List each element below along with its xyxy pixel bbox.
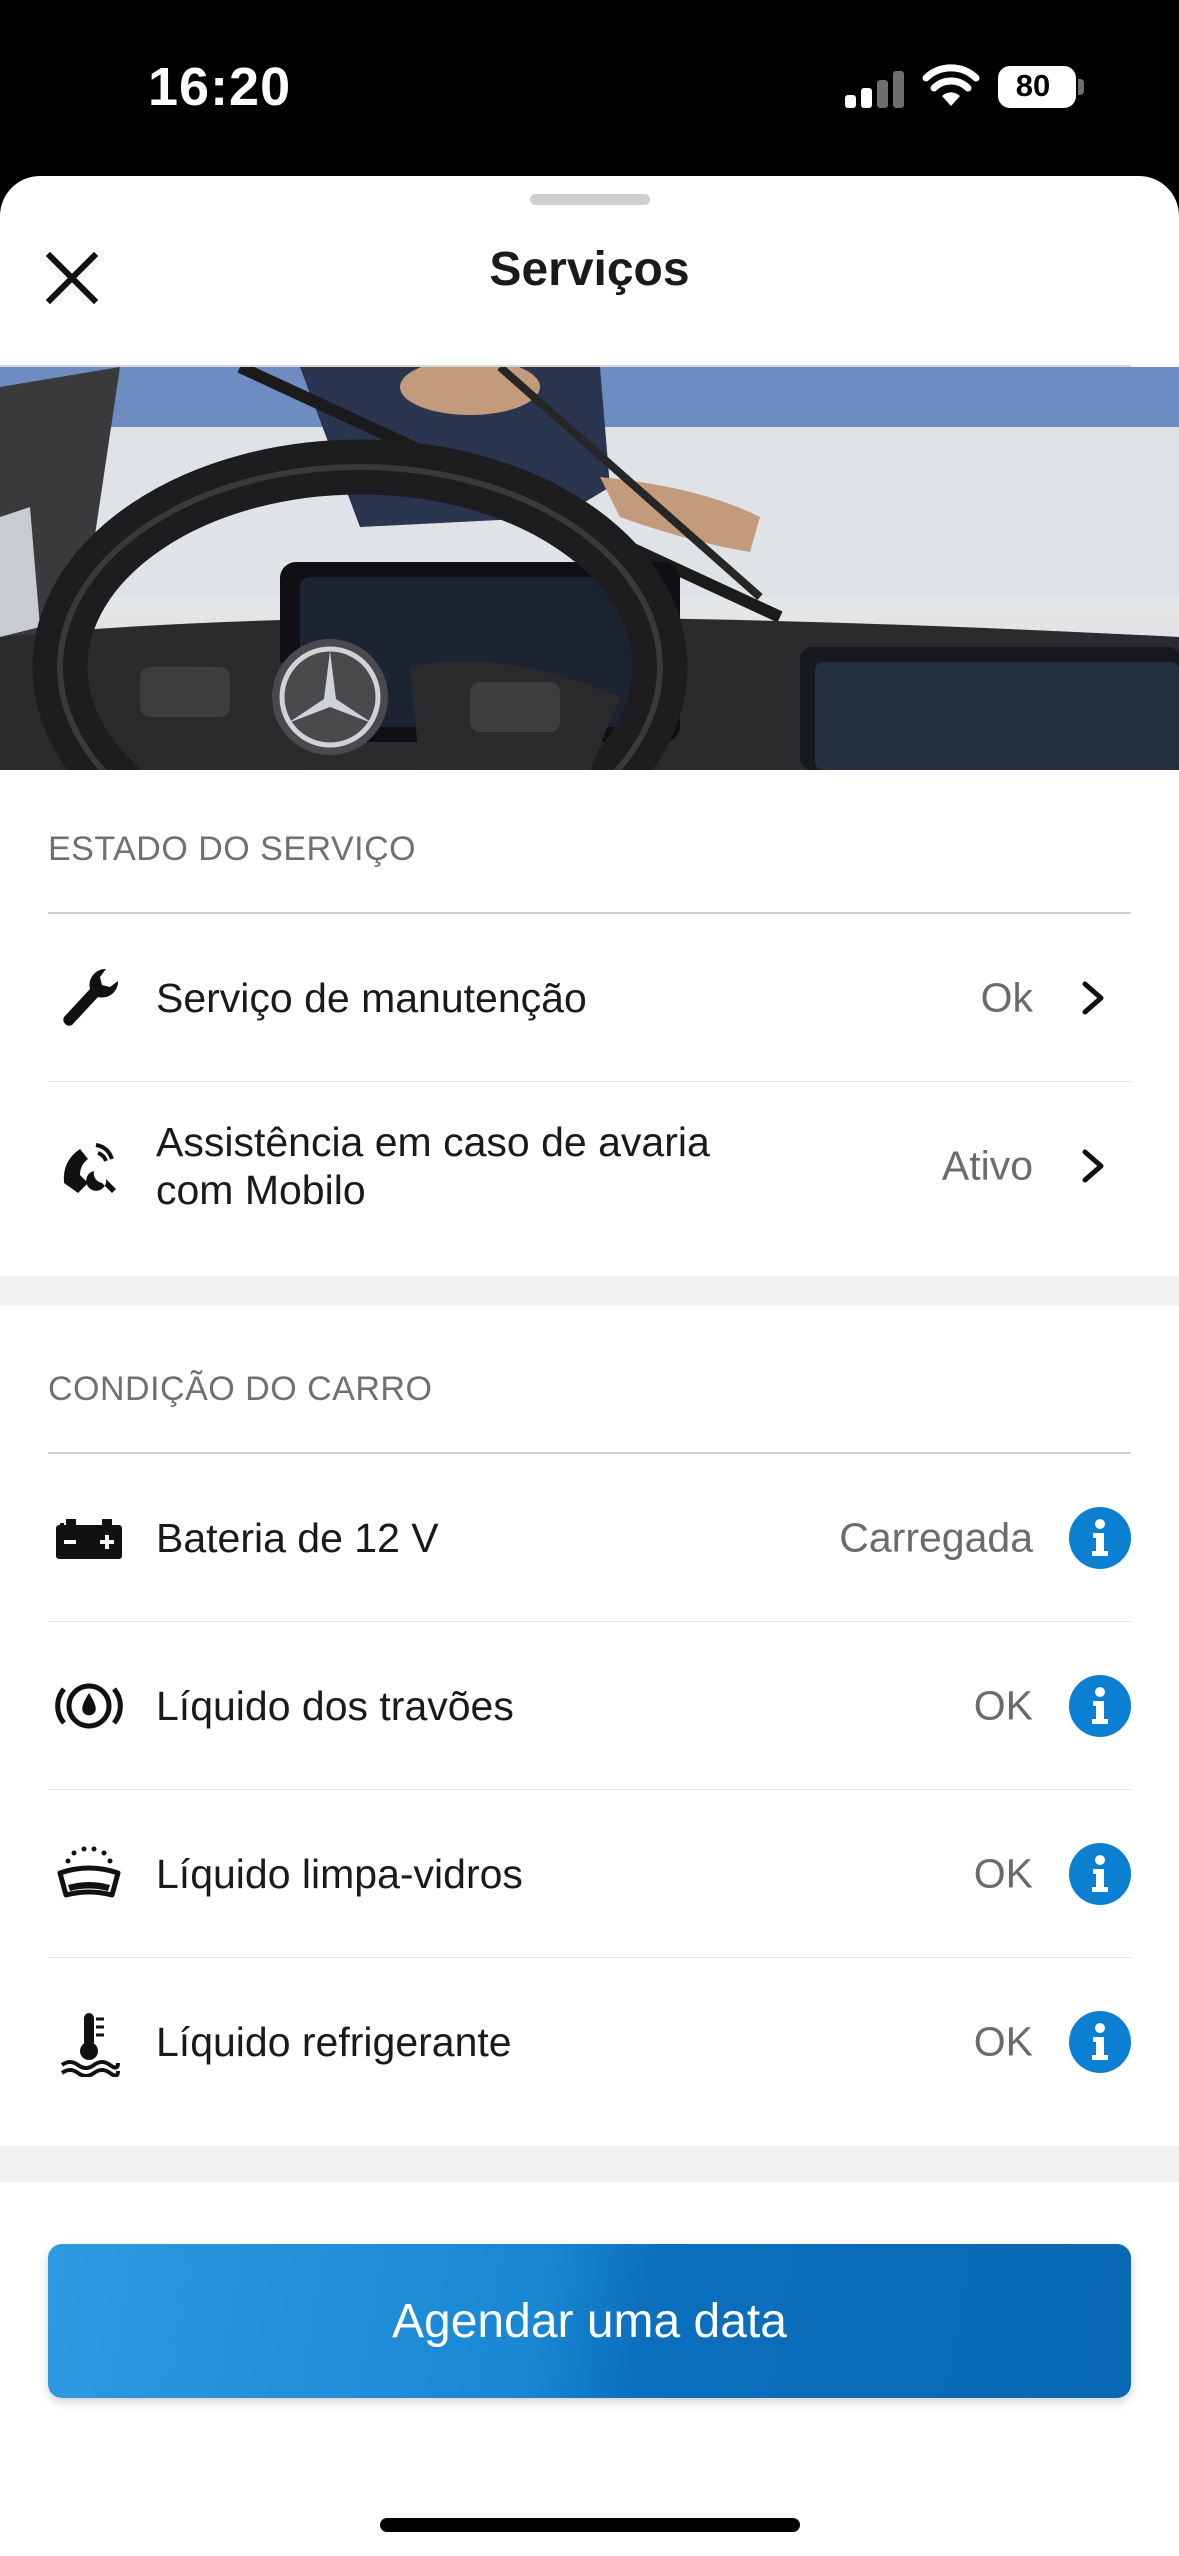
footer: Agendar uma data bbox=[0, 2182, 1179, 2556]
info-button[interactable] bbox=[1069, 1843, 1131, 1905]
cellular-signal-icon bbox=[845, 70, 905, 108]
brake-fluid-icon bbox=[55, 1683, 123, 1729]
section-gap bbox=[0, 1276, 1179, 1306]
page-title: Serviços bbox=[489, 243, 690, 296]
hero-image bbox=[0, 367, 1179, 770]
car-condition-section: CONDIÇÃO DO CARRO Bateria de 12 V Carreg… bbox=[0, 1306, 1179, 2077]
chevron-right-icon bbox=[1082, 1149, 1104, 1183]
coolant-icon bbox=[60, 2013, 120, 2077]
home-indicator bbox=[380, 2518, 800, 2532]
washer-fluid-row: Líquido limpa-vidros OK bbox=[48, 1790, 1131, 1958]
row-value: OK bbox=[973, 1682, 1033, 1729]
info-icon bbox=[1092, 1687, 1108, 1724]
maintenance-service-row[interactable]: Serviço de manutenção Ok bbox=[48, 914, 1131, 1082]
row-value: OK bbox=[973, 2018, 1033, 2065]
roadside-assistance-row[interactable]: Assistência em caso de avaria com Mobilo… bbox=[48, 1082, 1131, 1250]
brake-fluid-row: Líquido dos travões OK bbox=[48, 1622, 1131, 1790]
row-label: Assistência em caso de avaria com Mobilo bbox=[156, 1119, 710, 1213]
wifi-icon bbox=[922, 64, 980, 106]
status-bar: 16:20 80 bbox=[0, 0, 1179, 176]
row-label: Bateria de 12 V bbox=[156, 1515, 439, 1561]
schedule-date-button[interactable]: Agendar uma data bbox=[48, 2244, 1131, 2398]
row-value: OK bbox=[973, 1850, 1033, 1897]
wrench-icon bbox=[63, 968, 119, 1026]
info-icon bbox=[1092, 1855, 1108, 1892]
section-gap bbox=[0, 2146, 1179, 2182]
chevron-right-icon bbox=[1082, 981, 1104, 1015]
coolant-row: Líquido refrigerante OK bbox=[48, 1958, 1131, 2126]
washer-fluid-icon bbox=[57, 1846, 121, 1898]
row-value: Ativo bbox=[941, 1142, 1033, 1189]
row-value: Ok bbox=[980, 974, 1033, 1021]
section-heading: ESTADO DO SERVIÇO bbox=[48, 830, 417, 868]
battery-level: 80 bbox=[1015, 68, 1051, 103]
section-heading: CONDIÇÃO DO CARRO bbox=[48, 1370, 433, 1408]
row-label: Líquido limpa-vidros bbox=[156, 1851, 523, 1897]
row-label: Líquido refrigerante bbox=[156, 2019, 512, 2065]
battery-12v-row: Bateria de 12 V Carregada bbox=[48, 1454, 1131, 1622]
row-label: Líquido dos travões bbox=[156, 1683, 514, 1729]
sheet-grabber[interactable] bbox=[530, 194, 650, 205]
info-button[interactable] bbox=[1069, 1507, 1131, 1569]
row-value: Carregada bbox=[839, 1514, 1033, 1561]
battery-nub bbox=[1078, 79, 1084, 95]
info-button[interactable] bbox=[1069, 1675, 1131, 1737]
info-icon bbox=[1092, 2023, 1108, 2060]
battery-status-icon: 80 bbox=[998, 66, 1076, 108]
car-interior-illustration bbox=[0, 367, 1179, 770]
info-button[interactable] bbox=[1069, 2011, 1131, 2073]
row-label: Serviço de manutenção bbox=[156, 975, 587, 1021]
status-time: 16:20 bbox=[148, 57, 292, 117]
info-icon bbox=[1092, 1519, 1108, 1556]
services-sheet: Serviços ESTADO DO SERVIÇO Serviço de ma… bbox=[0, 176, 1179, 2556]
roadside-phone-icon bbox=[63, 1143, 116, 1193]
battery-icon bbox=[56, 1519, 122, 1559]
